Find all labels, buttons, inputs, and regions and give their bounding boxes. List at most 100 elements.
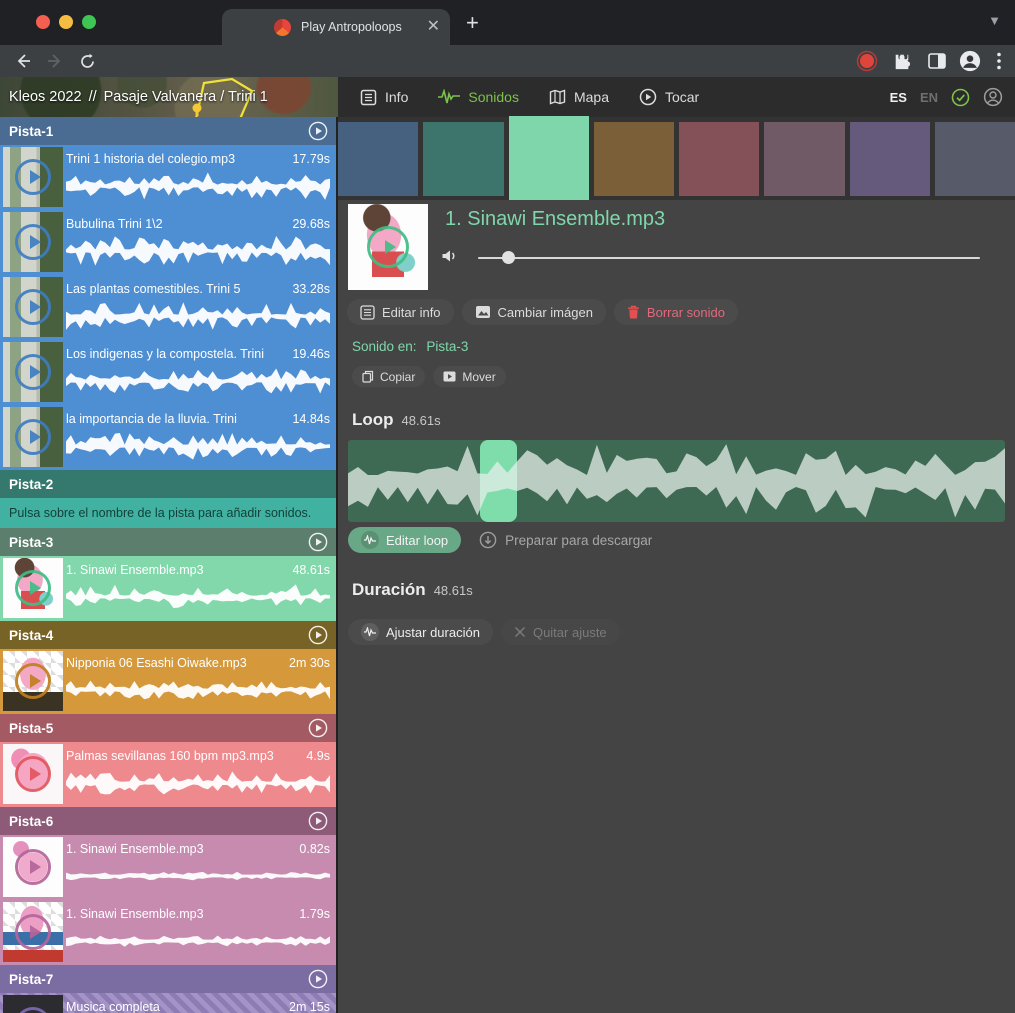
breadcrumb[interactable]: Kleos 2022 // Pasaje Valvanera / Trini 1 (9, 77, 268, 117)
track-header-pista-6[interactable]: Pista-6 (0, 807, 336, 835)
clip-row[interactable]: 1. Sinawi Ensemble.mp31.79s (0, 900, 336, 965)
clip-thumbnail[interactable] (3, 342, 63, 402)
clip-play-icon[interactable] (15, 570, 51, 606)
browser-tab[interactable]: Play Antropoloops ✕ (222, 9, 450, 45)
track-play-icon[interactable] (308, 969, 328, 989)
clip-row[interactable]: la importancia de la lluvia. Trini14.84s (0, 405, 336, 470)
track-swatch-4[interactable] (594, 122, 674, 196)
lang-en-button[interactable]: EN (920, 90, 938, 105)
clip-row[interactable]: Trini 1 historia del colegio.mp317.79s (0, 145, 336, 210)
play-overlay-icon[interactable] (367, 226, 409, 268)
volume-slider-thumb[interactable] (502, 251, 515, 264)
track-play-icon[interactable] (308, 121, 328, 141)
track-header-pista-5[interactable]: Pista-5 (0, 714, 336, 742)
edit-loop-button[interactable]: Editar loop (348, 527, 461, 553)
track-swatch-1[interactable] (338, 122, 418, 196)
reload-button[interactable] (76, 50, 98, 72)
profile-avatar-icon[interactable] (959, 50, 981, 72)
delete-sound-button[interactable]: Borrar sonido (614, 299, 738, 325)
track-header-pista-2[interactable]: Pista-2 (0, 470, 336, 498)
clip-row[interactable]: Bubulina Trini 1\229.68s (0, 210, 336, 275)
copy-button[interactable]: Copiar (352, 366, 425, 387)
lang-es-button[interactable]: ES (890, 90, 907, 105)
track-header-pista-4[interactable]: Pista-4 (0, 621, 336, 649)
track-swatch-5[interactable] (679, 122, 759, 196)
change-image-button[interactable]: Cambiar imágen (462, 299, 606, 325)
track-swatch-8[interactable] (935, 122, 1015, 196)
track-play-icon[interactable] (308, 625, 328, 645)
kebab-menu-icon[interactable] (988, 50, 1010, 72)
sound-in-track-link[interactable]: Pista-3 (426, 339, 468, 354)
tab-close-icon[interactable]: ✕ (427, 19, 440, 35)
nav-tab-tocar[interactable]: Tocar (639, 88, 699, 106)
breadcrumb-project[interactable]: Kleos 2022 (9, 89, 82, 105)
new-tab-button[interactable]: + (466, 10, 479, 36)
record-indicator-icon[interactable] (856, 50, 878, 72)
traffic-close-button[interactable] (36, 15, 50, 29)
clip-play-icon[interactable] (15, 159, 51, 195)
clip-waveform (66, 674, 330, 706)
prepare-download-button[interactable]: Preparar para descargar (479, 531, 652, 549)
clip-row[interactable]: 1. Sinawi Ensemble.mp348.61s (0, 556, 336, 621)
nav-tab-sonidos[interactable]: Sonidos (438, 89, 519, 105)
extensions-puzzle-icon[interactable] (891, 50, 913, 72)
clip-row[interactable]: Nipponia 06 Esashi Oiwake.mp32m 30s (0, 649, 336, 714)
track-play-icon[interactable] (308, 718, 328, 738)
clip-play-icon[interactable] (15, 849, 51, 885)
clip-thumbnail[interactable] (3, 651, 63, 711)
clip-thumbnail[interactable] (3, 995, 63, 1013)
track-swatch-3[interactable] (509, 116, 589, 202)
clip-play-icon[interactable] (15, 1007, 51, 1013)
back-button[interactable] (12, 50, 34, 72)
traffic-minimize-button[interactable] (59, 15, 73, 29)
clip-row[interactable]: 1. Sinawi Ensemble.mp30.82s (0, 835, 336, 900)
remove-adjust-button[interactable]: Quitar ajuste (501, 619, 620, 645)
clip-row[interactable]: Musica completa2m 15s (0, 993, 336, 1013)
nav-tab-mapa[interactable]: Mapa (549, 89, 609, 105)
clip-play-icon[interactable] (15, 663, 51, 699)
track-swatch-6[interactable] (764, 122, 844, 196)
clip-row[interactable]: Las plantas comestibles. Trini 533.28s (0, 275, 336, 340)
clip-thumbnail[interactable] (3, 558, 63, 618)
clip-thumbnail[interactable] (3, 212, 63, 272)
track-header-pista-7[interactable]: Pista-7 (0, 965, 336, 993)
clip-row[interactable]: Los indigenas y la compostela. Trini19.4… (0, 340, 336, 405)
volume-icon[interactable] (441, 248, 458, 264)
move-button[interactable]: Mover (433, 366, 505, 387)
clip-play-icon[interactable] (15, 354, 51, 390)
clip-play-icon[interactable] (15, 756, 51, 792)
track-header-pista-1[interactable]: Pista-1 (0, 117, 336, 145)
clip-thumbnail[interactable] (3, 277, 63, 337)
clip-thumbnail[interactable] (3, 407, 63, 467)
duration-section-title: Duración48.61s (352, 580, 473, 600)
track-swatch-7[interactable] (850, 122, 930, 196)
clip-play-icon[interactable] (15, 419, 51, 455)
breadcrumb-path: Pasaje Valvanera / Trini 1 (104, 89, 268, 105)
map-header[interactable]: Kleos 2022 // Pasaje Valvanera / Trini 1 (0, 77, 338, 117)
account-icon[interactable] (983, 87, 1003, 107)
forward-button[interactable] (44, 50, 66, 72)
clip-thumbnail[interactable] (3, 902, 63, 962)
clip-play-icon[interactable] (15, 224, 51, 260)
clip-play-icon[interactable] (15, 289, 51, 325)
clip-thumbnail[interactable] (3, 744, 63, 804)
saved-check-icon[interactable] (951, 88, 970, 107)
traffic-zoom-button[interactable] (82, 15, 96, 29)
side-panel-icon[interactable] (926, 50, 948, 72)
tab-list-chevron-icon[interactable]: ▼ (988, 13, 1001, 28)
track-swatch-2[interactable] (423, 122, 503, 196)
clip-thumbnail[interactable] (3, 837, 63, 897)
clip-play-icon[interactable] (15, 914, 51, 950)
edit-info-button[interactable]: Editar info (347, 299, 454, 325)
volume-slider[interactable] (478, 257, 980, 259)
track-name: Pista-7 (9, 972, 53, 987)
clip-row[interactable]: Palmas sevillanas 160 bpm mp3.mp34.9s (0, 742, 336, 807)
clip-thumbnail[interactable] (3, 147, 63, 207)
nav-tab-info[interactable]: Info (360, 89, 408, 106)
sound-thumbnail[interactable] (348, 204, 428, 290)
loop-waveform[interactable] (348, 440, 1005, 522)
track-play-icon[interactable] (308, 532, 328, 552)
track-play-icon[interactable] (308, 811, 328, 831)
adjust-duration-button[interactable]: Ajustar duración (348, 619, 493, 645)
track-header-pista-3[interactable]: Pista-3 (0, 528, 336, 556)
